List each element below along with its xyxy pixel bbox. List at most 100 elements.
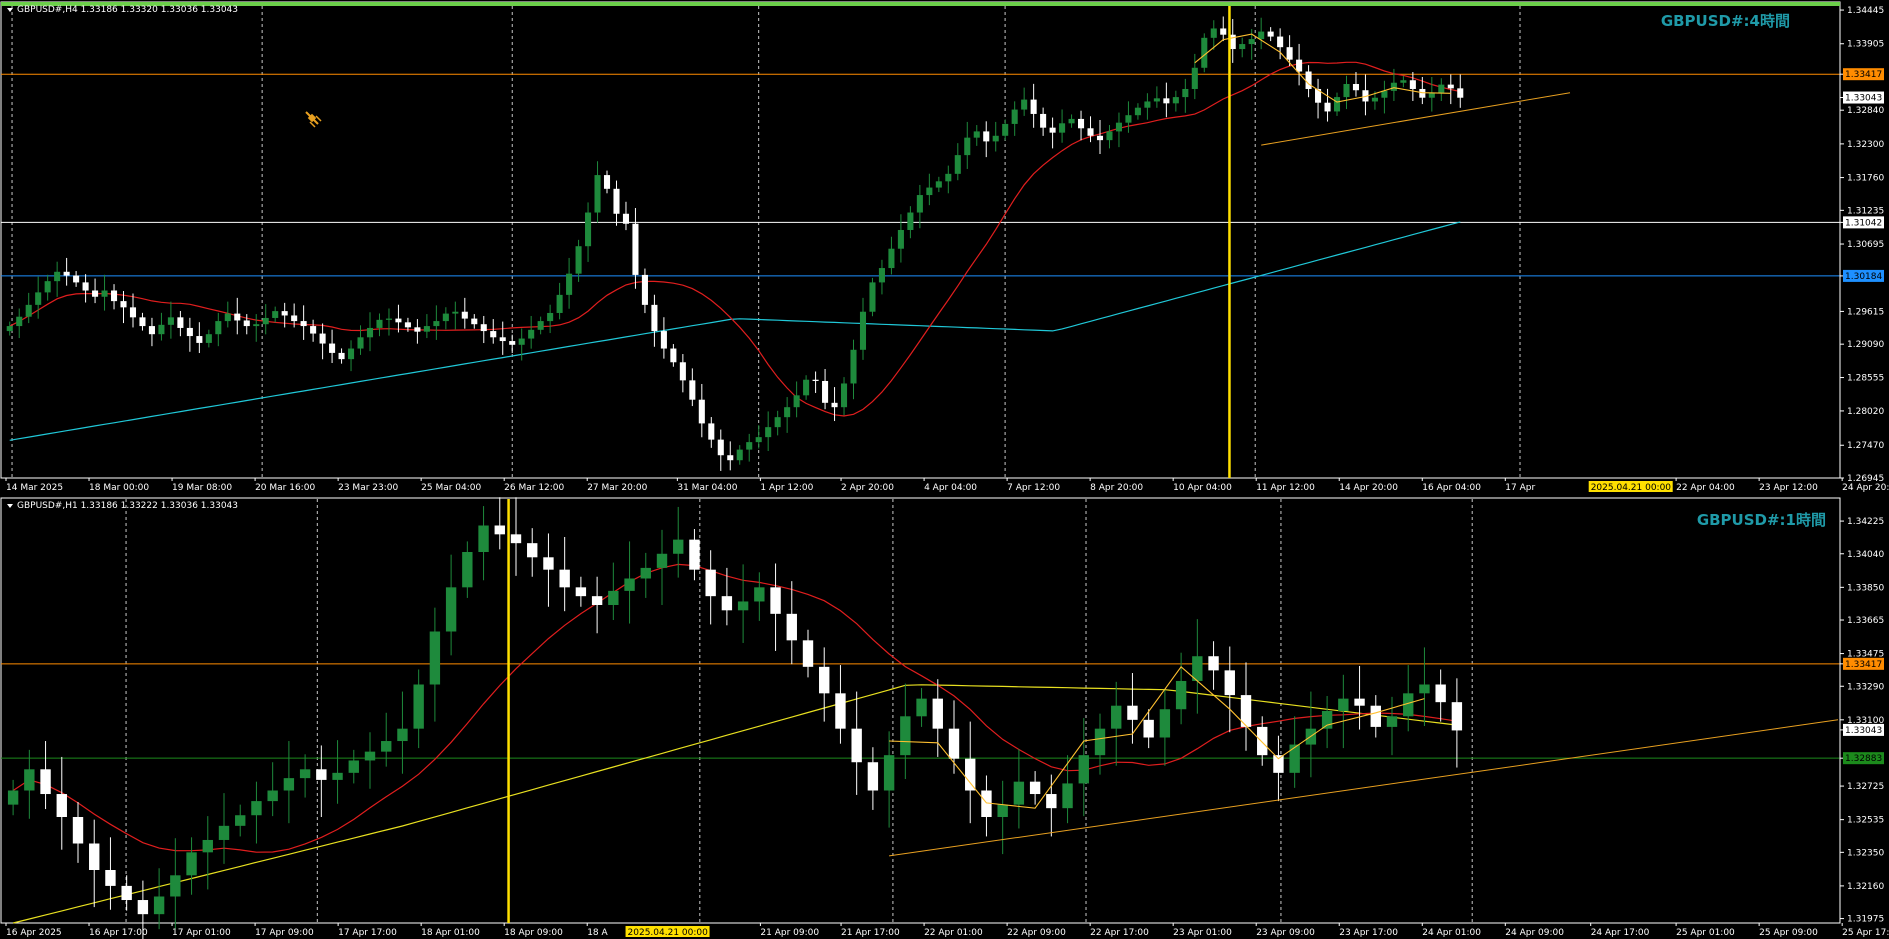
candle-body <box>1400 80 1407 83</box>
candle-body <box>528 329 535 339</box>
candle-body <box>1210 28 1217 38</box>
time-tick-text: 21 Apr 09:00 <box>760 928 819 938</box>
candle-body <box>137 900 149 915</box>
candle-body <box>1273 755 1284 773</box>
time-tick-text: 25 Apr 01:00 <box>1676 928 1735 938</box>
candle-body <box>945 173 952 182</box>
candle-body <box>1096 135 1104 141</box>
candle-body <box>935 181 942 188</box>
candle-body <box>1224 670 1235 696</box>
candle-body <box>480 324 487 332</box>
time-tick-text: 18 Apr 01:00 <box>421 928 480 938</box>
time-tick-text: 16 Apr 04:00 <box>1422 483 1481 493</box>
candle-body <box>1447 84 1454 89</box>
price-tick-label: 1.32300 <box>1847 140 1884 150</box>
h1-watermark: GBPUSD#:1時間 <box>1697 511 1826 529</box>
candle-body <box>462 552 473 588</box>
candle-body <box>310 326 317 334</box>
candle-body <box>423 326 430 332</box>
candle-body <box>148 326 155 335</box>
candle-body <box>357 337 364 349</box>
time-tick-text: 22 Apr 17:00 <box>1090 928 1149 938</box>
candle-body <box>786 613 797 641</box>
time-tick-text: 24 Apr 01:00 <box>1422 928 1481 938</box>
candle-body <box>954 155 961 174</box>
candle-body <box>907 212 914 230</box>
candle-body <box>1248 39 1255 45</box>
candle-body <box>1419 88 1426 98</box>
h4-header: GBPUSD#,H4 1.33186 1.33320 1.33036 1.330… <box>7 5 238 15</box>
candle-body <box>1134 107 1141 116</box>
candle-body <box>1106 131 1113 141</box>
candle-body <box>499 337 506 342</box>
candle-body <box>1046 794 1057 809</box>
candle-body <box>518 338 525 345</box>
candle-body <box>1386 716 1398 727</box>
candle-body <box>622 213 630 224</box>
candle-body <box>186 327 193 337</box>
candle-body <box>251 801 262 816</box>
candle-body <box>92 290 99 297</box>
candle-body <box>1343 83 1350 98</box>
candle-body <box>73 275 80 283</box>
candle-body <box>1059 123 1066 133</box>
candle-body <box>897 229 904 249</box>
price-highlight-label: 1.31042 <box>1843 216 1884 229</box>
candle-body <box>591 596 603 605</box>
candle-body <box>72 817 84 844</box>
candle-body <box>1143 719 1154 738</box>
candle-body <box>348 348 355 360</box>
time-tick-text: 1 Apr 12:00 <box>760 483 813 493</box>
candle-body <box>878 268 885 283</box>
candle-body <box>105 870 116 886</box>
price-tick-label: 1.32725 <box>1847 782 1884 792</box>
candle-body <box>291 315 298 322</box>
candle-body <box>1153 98 1160 102</box>
candle-body <box>1013 781 1025 805</box>
time-tick-text: 11 Apr 12:00 <box>1256 483 1315 493</box>
candle-body <box>1333 97 1341 112</box>
price-highlight-label: 1.33043 <box>1843 723 1884 736</box>
price-tick-label: 1.30695 <box>1847 240 1884 250</box>
candle-body <box>916 698 927 717</box>
candle-body <box>964 137 971 156</box>
candle-body <box>1078 118 1085 129</box>
candle-body <box>1030 99 1037 114</box>
candle-body <box>1049 127 1056 133</box>
candle-body <box>851 728 862 763</box>
time-tick-text: 24 Apr 20:00 <box>1842 483 1889 493</box>
candle-body <box>509 341 516 345</box>
candle-body <box>177 317 184 328</box>
candle-body <box>397 728 408 742</box>
candle-body <box>1286 47 1293 60</box>
candle-body <box>243 320 250 327</box>
candle-body <box>1438 84 1445 93</box>
price-highlight-label: 1.33417 <box>1843 68 1884 81</box>
time-tick-text: 18 A <box>587 928 608 938</box>
candle-body <box>1144 101 1151 108</box>
candle-body <box>992 135 999 142</box>
candle-body <box>656 553 668 568</box>
candle-body <box>16 316 23 327</box>
candle-body <box>556 294 563 313</box>
candle-body <box>35 292 42 305</box>
candle-body <box>348 760 359 773</box>
candle-body <box>7 790 19 805</box>
candle-body <box>585 212 592 247</box>
time-tick-text: 23 Apr 12:00 <box>1759 483 1818 493</box>
candle-body <box>850 349 857 384</box>
time-tick-text: 16 Apr 2025 <box>6 928 62 938</box>
candle-body <box>1163 98 1170 104</box>
candle-body <box>461 311 468 319</box>
time-tick-text: 25 Apr 17:00 <box>1842 928 1889 938</box>
candle-body <box>1040 113 1047 128</box>
candle-body <box>1094 728 1106 756</box>
candle-body <box>153 896 165 915</box>
candle-body <box>1220 28 1227 35</box>
candle-body <box>167 317 174 325</box>
candle-body <box>736 449 743 461</box>
time-tick-text: 14 Apr 20:00 <box>1339 483 1398 493</box>
candle-body <box>822 380 829 403</box>
candle-body <box>883 755 895 791</box>
price-tick-label: 1.31760 <box>1847 174 1884 184</box>
